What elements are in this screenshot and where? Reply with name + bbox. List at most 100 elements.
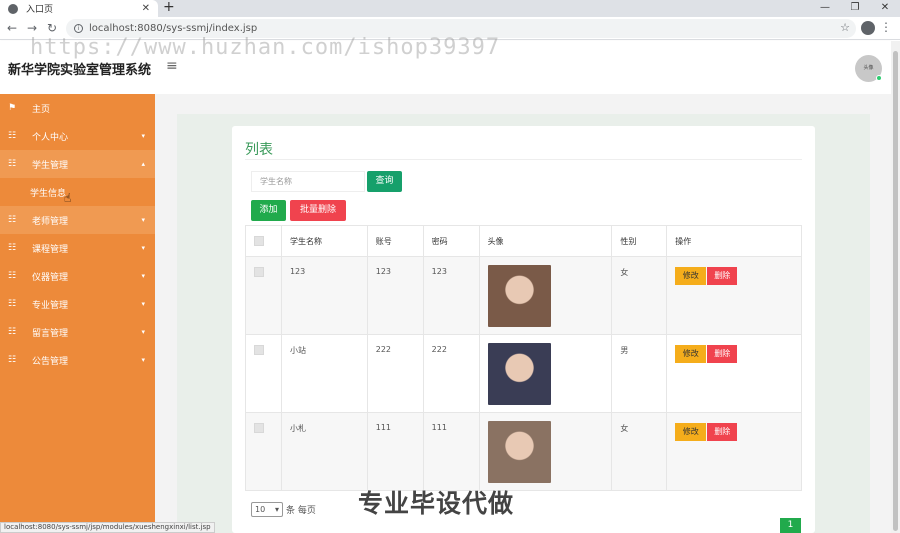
- sidebar-item-label: 留言管理: [32, 328, 69, 339]
- page-size-select[interactable]: 10: [251, 502, 283, 517]
- student-photo: [487, 265, 551, 327]
- scrollbar-thumb[interactable]: [893, 51, 898, 531]
- sidebar-item-notice-management[interactable]: ☷ 公告管理 ▾: [0, 346, 155, 374]
- status-bar-url: localhost:8080/sys-ssmj/jsp/modules/xues…: [0, 522, 215, 533]
- cell-name: 小站: [280, 334, 368, 413]
- sidebar-item-instrument-management[interactable]: ☷ 仪器管理 ▾: [0, 262, 155, 290]
- minimize-button[interactable]: —: [810, 0, 840, 17]
- sidebar-item-label: 课程管理: [32, 244, 69, 255]
- delete-button[interactable]: 删除: [707, 267, 738, 285]
- watermark: https://www.huzhan.com/ishop39397: [30, 35, 501, 60]
- select-all-checkbox[interactable]: [254, 236, 264, 246]
- browser-tab-strip: 入口页 ✕ + — ❐ ✕: [0, 0, 900, 17]
- list-panel: 列表 学生名称 查询 添加 批量删除 学生名称 账号 密码 头像 性别 操作 1…: [232, 126, 815, 533]
- sidebar-item-label: 主页: [32, 104, 51, 115]
- list-icon: ☷: [8, 215, 17, 225]
- row-checkbox[interactable]: [254, 423, 264, 433]
- search-input[interactable]: 学生名称: [251, 171, 365, 192]
- forward-icon[interactable]: →: [27, 21, 37, 35]
- row-checkbox[interactable]: [254, 267, 264, 277]
- sidebar-item-label: 公告管理: [32, 356, 69, 367]
- sidebar-item-label: 老师管理: [32, 216, 69, 227]
- cell-name: 123: [280, 256, 368, 335]
- cell-account: 111: [366, 412, 424, 491]
- sidebar-item-major-management[interactable]: ☷ 专业管理 ▾: [0, 290, 155, 318]
- table-row: 小札 111 111 女 修改 删除: [245, 412, 802, 491]
- batch-delete-button[interactable]: 批量删除: [290, 200, 346, 221]
- row-checkbox[interactable]: [254, 345, 264, 355]
- page-scrollbar[interactable]: [891, 41, 900, 533]
- edit-button[interactable]: 修改: [675, 267, 707, 285]
- list-icon: ☷: [8, 327, 17, 337]
- table-header-row: 学生名称 账号 密码 头像 性别 操作: [245, 225, 802, 257]
- header-gender: 性别: [611, 225, 668, 257]
- cell-account: 123: [366, 256, 424, 335]
- page-number-button[interactable]: 1: [780, 518, 801, 533]
- close-tab-icon[interactable]: ✕: [142, 3, 150, 14]
- page-size-label: 条 每页: [286, 506, 316, 516]
- new-tab-button[interactable]: +: [163, 0, 175, 15]
- edit-button[interactable]: 修改: [675, 345, 707, 363]
- chevron-up-icon: ▴: [141, 160, 145, 168]
- sidebar-item-teacher-management[interactable]: ☷ 老师管理 ▾: [0, 206, 155, 234]
- header-student-name: 学生名称: [280, 225, 368, 257]
- edit-button[interactable]: 修改: [675, 423, 707, 441]
- sidebar-item-personal-center[interactable]: ☷ 个人中心 ▾: [0, 122, 155, 150]
- account-icon[interactable]: [861, 21, 875, 35]
- window-controls: — ❐ ✕: [810, 0, 900, 17]
- tab-title: 入口页: [26, 5, 54, 15]
- maximize-button[interactable]: ❐: [840, 0, 870, 17]
- globe-icon: [8, 3, 18, 14]
- list-icon: ☷: [8, 131, 17, 141]
- hamburger-icon[interactable]: ≡: [166, 58, 178, 74]
- sidebar-item-home[interactable]: ⚑ 主页: [0, 94, 155, 122]
- window-close-button[interactable]: ✕: [870, 0, 900, 17]
- cell-account: 222: [366, 334, 424, 413]
- watermark-overlay-text: 专业毕设代做: [358, 489, 515, 518]
- bookmark-star-icon[interactable]: ☆: [840, 21, 850, 34]
- chevron-down-icon: ▾: [141, 272, 145, 280]
- add-button[interactable]: 添加: [251, 200, 286, 221]
- url-text[interactable]: localhost:8080/sys-ssmj/index.jsp: [89, 23, 257, 34]
- sidebar-item-message-management[interactable]: ☷ 留言管理 ▾: [0, 318, 155, 346]
- avatar-label: 头像: [863, 65, 874, 71]
- chevron-down-icon: ▾: [141, 356, 145, 364]
- reload-icon[interactable]: ↻: [47, 21, 57, 35]
- cell-gender: 男: [611, 334, 668, 413]
- cell-gender: 女: [611, 412, 668, 491]
- flag-icon: ⚑: [8, 103, 17, 113]
- chevron-down-icon: ▾: [141, 328, 145, 336]
- browser-tab[interactable]: 入口页 ✕: [0, 0, 158, 17]
- chevron-down-icon: ▾: [141, 132, 145, 140]
- delete-button[interactable]: 删除: [707, 423, 738, 441]
- online-status-dot: [876, 75, 882, 81]
- cell-name: 小札: [280, 412, 368, 491]
- chevron-down-icon: ▾: [141, 244, 145, 252]
- list-icon: ☷: [8, 299, 17, 309]
- header-password: 密码: [422, 225, 480, 257]
- list-icon: ☷: [8, 355, 17, 365]
- sidebar-item-course-management[interactable]: ☷ 课程管理 ▾: [0, 234, 155, 262]
- cell-gender: 女: [611, 256, 668, 335]
- back-icon[interactable]: ←: [7, 21, 17, 35]
- info-icon[interactable]: i: [74, 24, 83, 33]
- chevron-down-icon: ▾: [141, 300, 145, 308]
- query-button[interactable]: 查询: [367, 171, 402, 192]
- table-row: 小站 222 222 男 修改 删除: [245, 334, 802, 413]
- table-row: 123 123 123 女 修改 删除: [245, 256, 802, 335]
- sidebar-item-student-management[interactable]: ☷ 学生管理 ▴: [0, 150, 155, 178]
- header-photo: 头像: [478, 225, 613, 257]
- browser-menu-icon[interactable]: ⋮: [880, 20, 892, 34]
- sidebar-item-label: 专业管理: [32, 300, 69, 311]
- header-select-all[interactable]: [245, 225, 282, 257]
- sidebar: ⚑ 主页 ☷ 个人中心 ▾ ☷ 学生管理 ▴ 学生信息 ☷ 老师管理 ▾ ☷ 课…: [0, 94, 155, 533]
- panel-title: 列表: [245, 142, 273, 158]
- student-photo: [487, 343, 551, 405]
- list-icon: ☷: [8, 271, 17, 281]
- student-photo: [487, 421, 551, 483]
- chevron-down-icon: ▾: [141, 216, 145, 224]
- sidebar-subitem-student-info[interactable]: 学生信息: [0, 178, 155, 206]
- mouse-cursor-icon: ☝: [64, 191, 72, 205]
- avatar[interactable]: 头像: [855, 55, 882, 82]
- delete-button[interactable]: 删除: [707, 345, 738, 363]
